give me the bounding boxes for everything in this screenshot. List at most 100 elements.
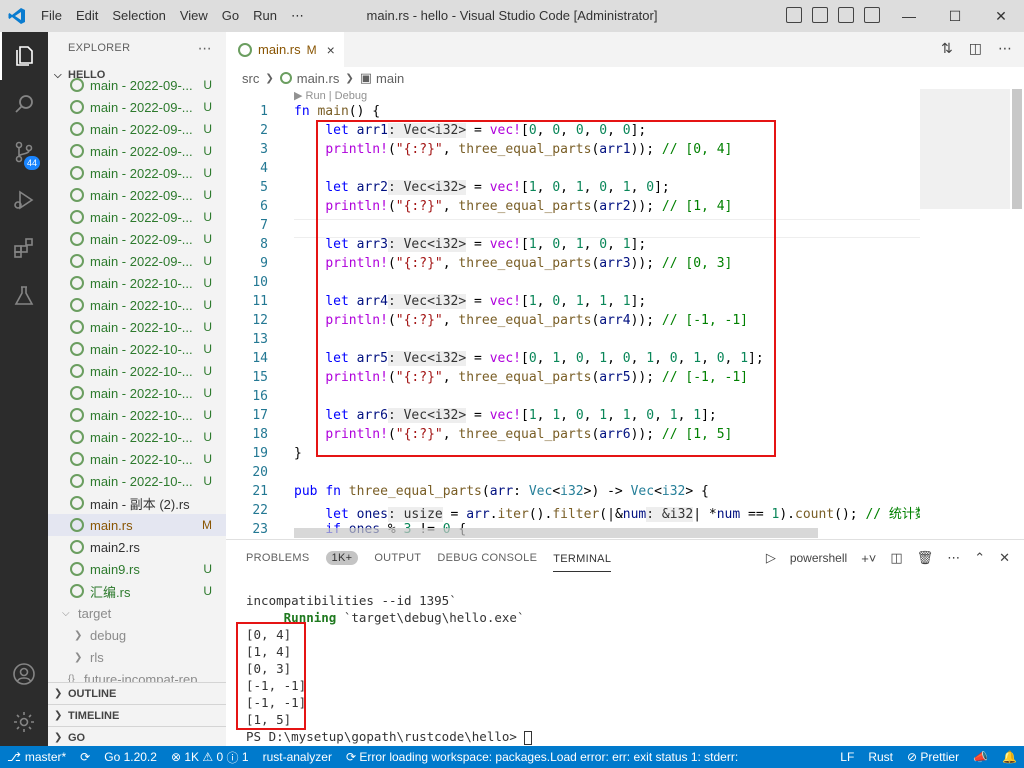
file-tree-item[interactable]: main - 2022-10-... U	[48, 448, 226, 470]
tab-terminal[interactable]: TERMINAL	[553, 545, 612, 572]
feedback-icon[interactable]: 📣	[966, 750, 995, 764]
search-icon[interactable]	[0, 80, 48, 128]
file-tree-item[interactable]: main - 2022-09-... U	[48, 162, 226, 184]
folder-tree-item[interactable]: ❯ rls	[48, 646, 226, 668]
breadcrumb-symbol[interactable]: main	[376, 71, 404, 86]
file-tree-item[interactable]: main - 2022-09-... U	[48, 184, 226, 206]
outline-section[interactable]: ❯ OUTLINE	[48, 682, 226, 704]
file-tree-item[interactable]: main - 2022-09-... U	[48, 118, 226, 140]
customize-layout-icon[interactable]	[864, 7, 880, 23]
file-tree-item[interactable]: main - 2022-09-... U	[48, 96, 226, 118]
file-status-badge: U	[203, 474, 212, 488]
manage-gear-icon[interactable]	[0, 698, 48, 746]
go-section[interactable]: ❯ GO	[48, 726, 226, 746]
rust-file-icon	[70, 430, 84, 444]
trash-icon[interactable]: 🗑	[917, 550, 934, 566]
file-status-badge: U	[203, 584, 212, 598]
source-control-icon[interactable]: 44	[0, 128, 48, 176]
menu-view[interactable]: View	[173, 0, 215, 32]
toggle-sidebar-icon[interactable]	[786, 7, 802, 23]
file-tree-item[interactable]: main - 2022-09-... U	[48, 228, 226, 250]
eol-item[interactable]: LF	[833, 750, 861, 764]
editor-vertical-scrollbar[interactable]	[1010, 89, 1024, 539]
maximize-panel-icon[interactable]: ⌃	[974, 550, 985, 566]
chevron-right-icon: ❯	[265, 72, 274, 84]
menu-run[interactable]: Run	[246, 0, 284, 32]
breadcrumb-file[interactable]: main.rs	[297, 71, 340, 86]
testing-icon[interactable]	[0, 272, 48, 320]
file-tree-item[interactable]: main - 2022-10-... U	[48, 470, 226, 492]
tab-debug-console[interactable]: DEBUG CONSOLE	[437, 552, 537, 564]
menu-selection[interactable]: Selection	[105, 0, 172, 32]
explorer-more-button[interactable]: ⋯	[198, 40, 212, 57]
tab-main-rs[interactable]: main.rs M ×	[226, 32, 344, 67]
scrollbar-thumb[interactable]	[1012, 89, 1022, 209]
prettier-item[interactable]: ⊘ Prettier	[900, 750, 966, 764]
terminal-icon: ▷	[765, 550, 776, 565]
split-editor-icon[interactable]: ◫	[969, 40, 982, 57]
line-number: 8	[260, 237, 268, 252]
minimap-viewport[interactable]	[920, 89, 1010, 209]
file-tree-item[interactable]: main - 2022-10-... U	[48, 360, 226, 382]
code-editor[interactable]: ▶ Run | Debug 1 2 3 4 5 6 7 8 9 10 11 12 13 14 15 16 17 1…	[226, 89, 920, 539]
close-panel-icon[interactable]: ✕	[999, 550, 1010, 566]
minimap[interactable]	[920, 89, 1010, 539]
menu-file[interactable]: File	[34, 0, 69, 32]
file-name: main - 2022-10-...	[90, 429, 193, 445]
maximize-button[interactable]: ☐	[932, 0, 978, 32]
run-debug-icon[interactable]	[0, 176, 48, 224]
file-tree-item[interactable]: main - 2022-09-... U	[48, 250, 226, 272]
menu-edit[interactable]: Edit	[69, 0, 105, 32]
rust-file-icon	[70, 342, 84, 356]
file-tree-item[interactable]: 汇编.rs U	[48, 580, 226, 602]
shell-name[interactable]: powershell	[790, 551, 847, 565]
file-tree-item[interactable]: main - 2022-09-... U	[48, 140, 226, 162]
tab-problems[interactable]: PROBLEMS	[246, 552, 310, 564]
file-tree-item[interactable]: main - 2022-10-... U	[48, 404, 226, 426]
tab-output[interactable]: OUTPUT	[374, 552, 421, 564]
compare-changes-icon[interactable]: ⇅	[941, 40, 953, 57]
toggle-panel-icon[interactable]	[812, 7, 828, 23]
workspace-error-item[interactable]: ⟳ Error loading workspace: packages.Load…	[339, 750, 739, 764]
extensions-icon[interactable]	[0, 224, 48, 272]
file-tree-item[interactable]: main - 副本 (2).rs	[48, 492, 226, 514]
menu-go[interactable]: Go	[215, 0, 246, 32]
folder-tree-item[interactable]: ❯ debug	[48, 624, 226, 646]
folder-tree-item[interactable]: ⌵ target	[48, 602, 226, 624]
run-debug-codelens[interactable]: ▶ Run | Debug	[294, 89, 367, 102]
more-icon[interactable]: ⋯	[947, 550, 960, 566]
sync-icon[interactable]: ⟳	[73, 750, 97, 764]
account-icon[interactable]	[0, 650, 48, 698]
line-number: 13	[252, 332, 268, 347]
file-tree-item[interactable]: main2.rs	[48, 536, 226, 558]
problems-item[interactable]: ⊗ 1K ⚠ 0 ⓘ 1	[164, 749, 256, 766]
file-tree-item[interactable]: main9.rs U	[48, 558, 226, 580]
editor-horizontal-scrollbar[interactable]	[294, 528, 818, 538]
file-tree-item[interactable]: main - 2022-10-... U	[48, 338, 226, 360]
new-terminal-icon[interactable]: +˅	[861, 551, 876, 566]
file-tree-item[interactable]: main - 2022-10-... U	[48, 272, 226, 294]
notifications-bell-icon[interactable]: 🔔	[995, 750, 1024, 764]
warning-icon: ⚠	[202, 750, 214, 764]
split-terminal-icon[interactable]: ◫	[890, 550, 902, 566]
tab-close-icon[interactable]: ×	[327, 42, 335, 58]
go-version-item[interactable]: Go 1.20.2	[97, 750, 164, 764]
close-button[interactable]: ✕	[978, 0, 1024, 32]
file-tree-item[interactable]: main - 2022-10-... U	[48, 382, 226, 404]
file-tree-item[interactable]: main - 2022-09-... U	[48, 206, 226, 228]
more-actions-icon[interactable]: ⋯	[998, 40, 1012, 57]
toggle-secondary-sidebar-icon[interactable]	[838, 7, 854, 23]
file-tree-item[interactable]: main - 2022-10-... U	[48, 294, 226, 316]
file-tree-item[interactable]: main.rs M	[48, 514, 226, 536]
explorer-icon[interactable]	[0, 32, 48, 80]
file-tree-item[interactable]: main - 2022-09-... U	[48, 74, 226, 96]
breadcrumb-src[interactable]: src	[242, 71, 259, 86]
file-tree-item[interactable]: main - 2022-10-... U	[48, 316, 226, 338]
file-tree-item[interactable]: main - 2022-10-... U	[48, 426, 226, 448]
minimize-button[interactable]: —	[886, 0, 932, 32]
language-item[interactable]: Rust	[861, 750, 900, 764]
analyzer-item[interactable]: rust-analyzer	[256, 750, 339, 764]
timeline-section[interactable]: ❯ TIMELINE	[48, 704, 226, 726]
menu-more[interactable]: ⋯	[284, 0, 311, 32]
branch-item[interactable]: ⎇ master*	[0, 750, 73, 764]
